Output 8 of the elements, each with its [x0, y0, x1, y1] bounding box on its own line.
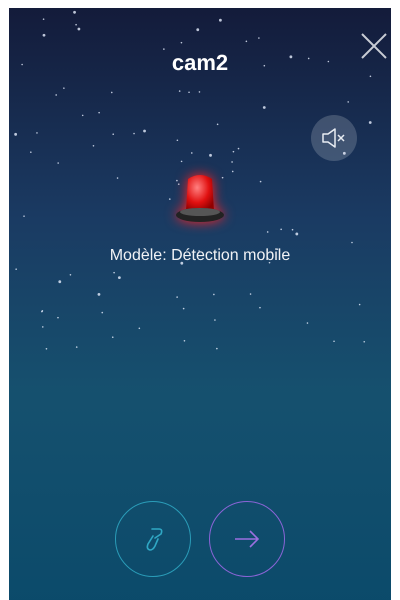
close-icon	[360, 32, 388, 60]
speaker-muted-icon	[322, 128, 346, 148]
camera-title: cam2	[172, 50, 228, 76]
mute-button[interactable]	[311, 115, 357, 161]
close-button[interactable]	[360, 32, 388, 60]
link-button[interactable]	[115, 501, 191, 577]
alarm-mode-label: Modèle: Détection mobile	[110, 247, 290, 265]
arrow-right-icon	[234, 530, 260, 548]
